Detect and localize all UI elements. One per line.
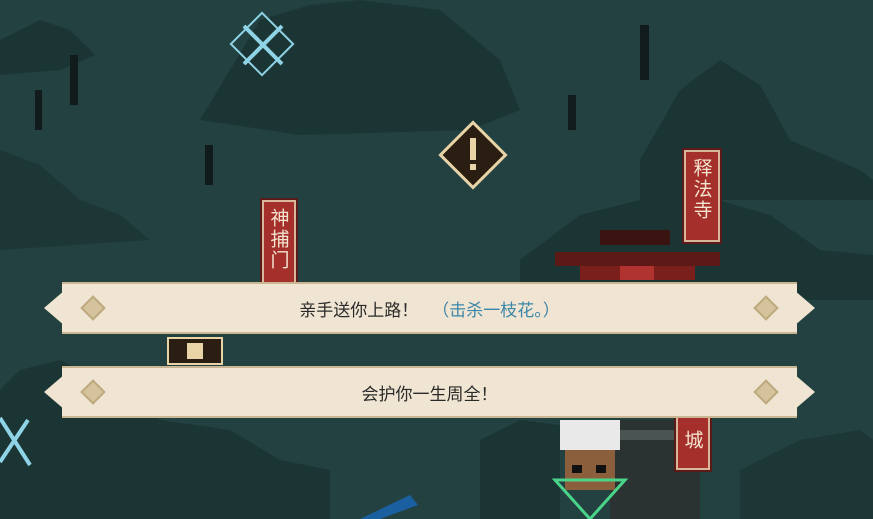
ornament-diamond-icon — [753, 379, 779, 405]
mountain — [640, 60, 873, 200]
location-sign-label: 释法寺 — [690, 158, 713, 221]
tree — [640, 25, 649, 80]
ornament-diamond-icon — [80, 379, 106, 405]
dialog-option-hint: （击杀一枝花。） — [432, 300, 560, 321]
tree — [70, 55, 78, 105]
location-sign-shenbumen[interactable]: 神捕门 — [262, 200, 296, 292]
dialog-option-kill[interactable]: 亲手送你上路！ （击杀一枝花。） — [62, 282, 797, 334]
mountain — [480, 420, 560, 519]
location-sign-label: 城 — [681, 430, 704, 451]
river — [360, 495, 418, 519]
mountain — [0, 20, 95, 75]
tree — [568, 95, 576, 130]
mountain — [0, 150, 150, 250]
map-scene — [0, 0, 873, 519]
ornament-diamond-icon — [80, 295, 106, 321]
mountain — [740, 430, 873, 519]
tree — [35, 90, 42, 130]
dialog-option-protect[interactable]: 会护你一生周全！ — [62, 366, 797, 418]
tree — [205, 145, 213, 185]
location-sign-city[interactable]: 城 — [676, 410, 710, 470]
location-sign-shifasi[interactable]: 释法寺 — [684, 150, 720, 242]
dialog-option-text: 会护你一生周全！ — [361, 384, 498, 405]
ornament-diamond-icon — [753, 295, 779, 321]
location-sign-label: 神捕门 — [267, 208, 290, 271]
exclamation-diamond-icon — [438, 120, 508, 190]
dialog-option-text: 亲手送你上路！ — [299, 300, 419, 321]
mountain — [200, 0, 520, 135]
gate-icon — [167, 337, 223, 365]
